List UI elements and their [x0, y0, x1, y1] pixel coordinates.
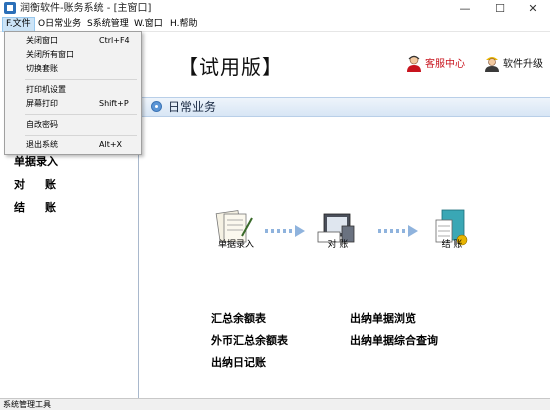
menu-daily-business[interactable]: O日常业务	[35, 17, 84, 32]
flow-arrow-icon	[378, 225, 418, 237]
upgrade-person-icon	[485, 57, 499, 72]
menu-system-management[interactable]: S系统管理	[84, 17, 132, 32]
step-reconcile-label: 对 账	[327, 240, 349, 250]
window-title: 润衡软件-账务系统 - [主窗口]	[20, 3, 152, 14]
menu-item-shortcut: Shift+P	[99, 99, 129, 108]
menu-item-label: 切换套账	[26, 64, 58, 73]
menu-file[interactable]: F.文件	[2, 17, 35, 32]
menu-item-label: 关闭所有窗口	[26, 50, 74, 59]
menu-item-shortcut: Alt+X	[99, 140, 123, 149]
left-item-close-accounts[interactable]: 结账	[14, 201, 76, 215]
status-text: 系统管理工具	[3, 400, 51, 409]
status-bar: 系统管理工具	[0, 398, 550, 410]
menu-item-switch-account-set[interactable]: 切换套账	[5, 62, 141, 76]
minimize-button[interactable]: —	[448, 0, 482, 17]
menu-item-label: 屏幕打印	[26, 99, 58, 108]
menu-item-label: 关闭窗口	[26, 36, 58, 45]
menu-item-change-password[interactable]: 自改密码	[5, 118, 141, 132]
title-bar: 润衡软件-账务系统 - [主窗口] — ☐ ✕	[0, 0, 550, 17]
left-item-voucher-entry[interactable]: 单据录入	[14, 155, 58, 169]
foreign-currency-balance-link[interactable]: 外币汇总余额表	[211, 334, 288, 348]
cashier-voucher-browse-link[interactable]: 出纳单据浏览	[350, 312, 416, 326]
header-area: 【试用版】 客服中心 软件升级	[141, 33, 550, 95]
service-person-icon	[407, 55, 421, 72]
flow-arrow-icon	[265, 225, 305, 237]
menu-separator	[25, 135, 137, 136]
step-close-accounts-label: 结 账	[441, 240, 463, 250]
menu-item-label: 退出系统	[26, 140, 58, 149]
menu-item-label: 打印机设置	[26, 85, 66, 94]
section-bullet-icon	[151, 101, 162, 112]
daily-business-section-bar: 日常业务	[141, 97, 550, 117]
summary-balance-link[interactable]: 汇总余额表	[211, 312, 266, 326]
menu-window[interactable]: W.窗口	[131, 17, 166, 32]
menu-item-close-all-windows[interactable]: 关闭所有窗口	[5, 48, 141, 62]
menu-item-exit-system[interactable]: 退出系统 Alt+X	[5, 138, 141, 152]
menu-bar: F.文件 O日常业务 S系统管理 W.窗口 H.帮助	[0, 17, 550, 32]
menu-separator	[25, 114, 137, 115]
cashier-journal-link[interactable]: 出纳日记账	[211, 356, 266, 370]
menu-help[interactable]: H.帮助	[167, 17, 200, 32]
menu-item-screen-print[interactable]: 屏幕打印 Shift+P	[5, 97, 141, 111]
software-upgrade-label: 软件升级	[503, 59, 543, 70]
trial-label: 【试用版】	[178, 55, 283, 79]
app-icon	[4, 2, 16, 14]
service-center-label: 客服中心	[425, 59, 465, 70]
menu-item-printer-setup[interactable]: 打印机设置	[5, 83, 141, 97]
step-voucher-entry-label: 单据录入	[217, 240, 254, 250]
file-dropdown-menu: 关闭窗口 Ctrl+F4 关闭所有窗口 切换套账 打印机设置 屏幕打印 Shif…	[4, 31, 142, 155]
section-title: 日常业务	[168, 100, 217, 114]
close-button[interactable]: ✕	[516, 0, 550, 17]
main-window: 润衡软件-账务系统 - [主窗口] — ☐ ✕ F.文件 O日常业务 S系统管理…	[0, 0, 550, 410]
menu-item-shortcut: Ctrl+F4	[99, 36, 130, 45]
cashier-voucher-query-link[interactable]: 出纳单据综合查询	[350, 334, 438, 348]
menu-item-label: 自改密码	[26, 120, 58, 129]
menu-separator	[25, 79, 137, 80]
maximize-button[interactable]: ☐	[483, 0, 517, 17]
left-item-reconcile[interactable]: 对账	[14, 178, 76, 192]
menu-item-close-window[interactable]: 关闭窗口 Ctrl+F4	[5, 34, 141, 48]
